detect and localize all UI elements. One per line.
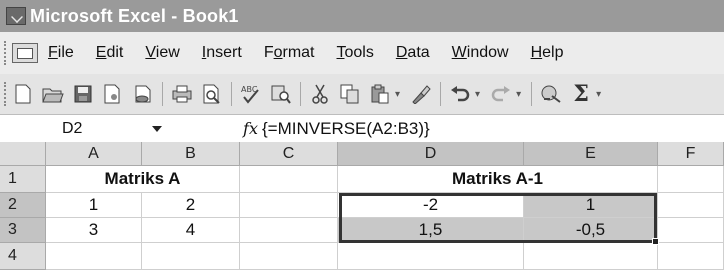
cell-f4[interactable] xyxy=(658,243,724,270)
formula-input[interactable]: {=MINVERSE(A2:B3)} xyxy=(262,119,430,139)
column-header-d[interactable]: D xyxy=(338,142,524,166)
cell-d2[interactable]: -2 xyxy=(338,193,524,218)
formula-bar: D2 fx {=MINVERSE(A2:B3)} xyxy=(0,114,724,142)
paste-icon[interactable] xyxy=(369,83,391,105)
cell-f3[interactable] xyxy=(658,218,724,243)
standard-toolbar: ABC ▾ ▾ ▾ Σ ▾ xyxy=(0,74,724,114)
chevron-down-icon[interactable] xyxy=(152,125,162,132)
toolbar-separator xyxy=(162,82,163,106)
cell-a4[interactable] xyxy=(46,243,142,270)
menu-data[interactable]: Data xyxy=(396,44,430,62)
toolbar-separator xyxy=(440,82,442,106)
menu-grip[interactable] xyxy=(4,41,8,65)
menu-file[interactable]: File xyxy=(48,44,74,62)
save-icon[interactable] xyxy=(72,83,94,105)
copy-icon[interactable] xyxy=(339,83,361,105)
menu-help[interactable]: Help xyxy=(531,44,564,62)
undo-icon[interactable] xyxy=(449,83,471,105)
row-header-1[interactable]: 1 xyxy=(0,166,46,193)
cell-c4[interactable] xyxy=(240,243,338,270)
print-icon[interactable] xyxy=(171,83,193,105)
cell-f1[interactable] xyxy=(658,166,724,193)
fill-handle[interactable] xyxy=(652,238,659,245)
cell-b3[interactable]: 4 xyxy=(142,218,240,243)
row-header-2[interactable]: 2 xyxy=(0,193,46,218)
permission-icon[interactable] xyxy=(102,83,124,105)
cell-e2[interactable]: 1 xyxy=(524,193,658,218)
column-header-b[interactable]: B xyxy=(142,142,240,166)
autosum-dropdown-icon[interactable]: ▾ xyxy=(596,89,601,100)
paste-dropdown-icon[interactable]: ▾ xyxy=(395,89,400,100)
column-header-e[interactable]: E xyxy=(524,142,658,166)
new-icon[interactable] xyxy=(12,83,34,105)
redo-dropdown-icon[interactable]: ▾ xyxy=(516,89,521,100)
email-icon[interactable] xyxy=(132,83,154,105)
cell-f2[interactable] xyxy=(658,193,724,218)
toolbar-grip[interactable] xyxy=(4,82,8,106)
print-preview-icon[interactable] xyxy=(201,83,223,105)
menu-edit[interactable]: Edit xyxy=(96,44,124,62)
name-box-value: D2 xyxy=(62,119,83,137)
name-box[interactable]: D2 xyxy=(0,116,168,142)
cell-b2[interactable]: 2 xyxy=(142,193,240,218)
open-icon[interactable] xyxy=(42,83,64,105)
column-header-f[interactable]: F xyxy=(658,142,724,166)
toolbar-separator xyxy=(231,82,232,106)
menu-bar: File Edit View Insert Format Tools Data … xyxy=(0,32,724,74)
toolbar-separator xyxy=(300,82,301,106)
cell-e4[interactable] xyxy=(524,243,658,270)
menu-insert[interactable]: Insert xyxy=(202,44,242,62)
cut-icon[interactable] xyxy=(309,83,331,105)
menu-window[interactable]: Window xyxy=(452,44,509,62)
menu-format[interactable]: Format xyxy=(264,44,315,62)
cell-a3[interactable]: 3 xyxy=(46,218,142,243)
menu-view[interactable]: View xyxy=(145,44,179,62)
cell-a2[interactable]: 1 xyxy=(46,193,142,218)
cell-c3[interactable] xyxy=(240,218,338,243)
autosum-icon[interactable]: Σ xyxy=(570,81,592,107)
row-header-4[interactable]: 4 xyxy=(0,243,46,270)
menu-tools[interactable]: Tools xyxy=(337,44,374,62)
column-header-a[interactable]: A xyxy=(46,142,142,166)
select-all-corner[interactable] xyxy=(0,142,46,166)
hyperlink-icon[interactable] xyxy=(540,83,562,105)
cell-b4[interactable] xyxy=(142,243,240,270)
title-bar: Microsoft Excel - Book1 xyxy=(0,0,724,32)
worksheet-grid: A B C D E F 1 2 3 4 Matriks A Matriks A-… xyxy=(0,142,724,270)
insert-function-icon[interactable]: fx xyxy=(168,119,262,138)
document-menu-icon[interactable] xyxy=(12,43,38,63)
cell-a1-merged[interactable]: Matriks A xyxy=(46,166,240,193)
format-painter-icon[interactable] xyxy=(410,83,432,105)
cell-c2[interactable] xyxy=(240,193,338,218)
research-icon[interactable] xyxy=(270,83,292,105)
column-header-c[interactable]: C xyxy=(240,142,338,166)
spelling-icon[interactable]: ABC xyxy=(240,83,262,105)
cell-d3[interactable]: 1,5 xyxy=(338,218,524,243)
cell-d1-merged[interactable]: Matriks A-1 xyxy=(338,166,658,193)
cell-e3[interactable]: -0,5 xyxy=(524,218,658,243)
cell-d4[interactable] xyxy=(338,243,524,270)
cell-c1[interactable] xyxy=(240,166,338,193)
toolbar-separator xyxy=(531,82,533,106)
redo-icon[interactable] xyxy=(490,83,512,105)
excel-icon[interactable] xyxy=(6,7,26,25)
undo-dropdown-icon[interactable]: ▾ xyxy=(475,89,480,100)
row-header-3[interactable]: 3 xyxy=(0,218,46,243)
window-title: Microsoft Excel - Book1 xyxy=(30,5,239,26)
